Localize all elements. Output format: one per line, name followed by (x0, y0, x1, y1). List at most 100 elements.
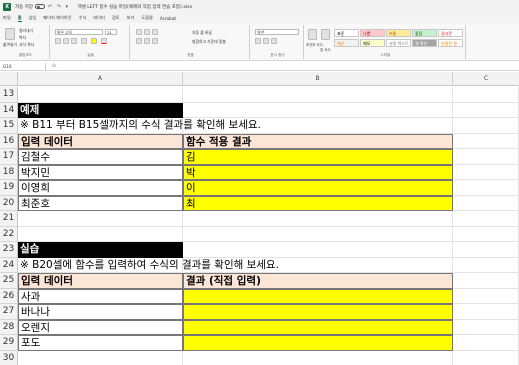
row-header[interactable]: 15 (0, 118, 18, 134)
cell-style-7[interactable]: 설명 텍스트 (386, 39, 411, 47)
conditional-format-icon[interactable] (308, 29, 317, 40)
cell-a26[interactable]: 사과 (18, 288, 183, 304)
row-header[interactable]: 13 (0, 87, 18, 103)
column-header-c[interactable]: C (453, 72, 519, 86)
cut-button[interactable]: 잘라내기 (19, 28, 33, 34)
cell-a27[interactable]: 바나나 (18, 304, 183, 320)
grid-cell[interactable] (453, 164, 519, 180)
row-header[interactable]: 18 (0, 164, 18, 180)
grid-cell[interactable] (183, 102, 453, 118)
tab-data[interactable]: 데이터 (93, 15, 105, 21)
number-format-dropdown[interactable]: 일반 (255, 29, 299, 35)
grid-cell[interactable] (453, 226, 519, 242)
cell-a19[interactable]: 이영희 (18, 180, 183, 196)
cell-a30[interactable] (18, 351, 20, 365)
cell-b28[interactable] (183, 319, 453, 335)
underline-icon[interactable] (71, 38, 77, 44)
percent-icon[interactable] (263, 38, 269, 44)
grid-cell[interactable] (453, 288, 519, 304)
format-painter-button[interactable]: 서식 복사 (19, 42, 34, 48)
grid-cell[interactable] (453, 149, 519, 165)
cell-a15[interactable]: ※ B11 부터 B15셀까지의 수식 결과를 확인해 보세요. (18, 118, 261, 134)
grid-cell[interactable] (183, 242, 453, 258)
cell-b17[interactable]: 김 (183, 149, 453, 165)
tab-formulas[interactable]: 수식 (79, 15, 87, 21)
tab-help[interactable]: 도움말 (141, 15, 153, 21)
align-center-icon[interactable] (144, 38, 150, 44)
row-header[interactable]: 29 (0, 335, 18, 351)
cell-a18[interactable]: 박지민 (18, 164, 183, 180)
row-header[interactable]: 22 (0, 226, 18, 242)
cell-style-1[interactable]: 나쁨 (360, 29, 385, 37)
cell-a13[interactable] (18, 87, 20, 103)
paste-button[interactable]: 붙여넣기 (3, 42, 17, 48)
tab-page-layout[interactable]: 페이지 레이아웃 (43, 15, 71, 21)
row-header[interactable]: 19 (0, 180, 18, 196)
grid-cell[interactable] (183, 87, 453, 103)
cell-b27[interactable] (183, 304, 453, 320)
fill-color-icon[interactable] (91, 38, 97, 44)
grid-cell[interactable] (453, 211, 519, 227)
grid-cell[interactable] (18, 211, 183, 227)
grid-cell[interactable] (453, 180, 519, 196)
row-header[interactable]: 27 (0, 304, 18, 320)
grid-cell[interactable] (453, 257, 519, 273)
cell-a21[interactable] (18, 211, 20, 227)
tab-view[interactable]: 보기 (127, 15, 135, 21)
tab-file[interactable]: 파일 (3, 15, 11, 21)
grid-cell[interactable] (453, 304, 519, 320)
wrap-text-button[interactable]: 자동 줄 바꿈 (192, 30, 212, 36)
cell-style-3[interactable]: 좋음 (412, 29, 437, 37)
row-header[interactable]: 28 (0, 319, 18, 335)
cell-b20[interactable]: 최 (183, 195, 453, 211)
grid-cell[interactable] (453, 242, 519, 258)
tab-insert[interactable]: 삽입 (29, 15, 37, 21)
align-middle-icon[interactable] (144, 29, 150, 35)
cell-style-5[interactable]: 계산 (334, 39, 359, 47)
row-header[interactable]: 24 (0, 257, 18, 273)
font-size-dropdown[interactable]: 11 (105, 29, 117, 35)
cell-a23[interactable]: 실습 (18, 242, 183, 258)
cell-b19[interactable]: 이 (183, 180, 453, 196)
row-header[interactable]: 14 (0, 102, 18, 118)
grid-cell[interactable] (453, 87, 519, 103)
row-header[interactable]: 23 (0, 242, 18, 258)
font-name-dropdown[interactable]: 맑은 고딕 (55, 29, 103, 35)
cell-a29[interactable]: 포도 (18, 335, 183, 351)
row-header[interactable]: 21 (0, 211, 18, 227)
grid-cell[interactable] (453, 133, 519, 149)
grid-cell[interactable] (183, 350, 453, 365)
grid-cell[interactable] (183, 226, 453, 242)
italic-icon[interactable] (63, 38, 69, 44)
grid-cell[interactable] (453, 273, 519, 289)
border-icon[interactable] (81, 38, 87, 44)
row-header[interactable]: 17 (0, 149, 18, 165)
cell-b25[interactable]: 결과 (직접 입력) (183, 273, 453, 289)
cell-a28[interactable]: 오렌지 (18, 319, 183, 335)
cell-a20[interactable]: 최준호 (18, 195, 183, 211)
merge-center-button[interactable]: 병합하고 가운데 맞춤 (192, 39, 226, 45)
tab-home[interactable]: 홈 (17, 15, 22, 22)
grid-cell[interactable] (453, 195, 519, 211)
font-color-icon[interactable] (101, 38, 107, 44)
tab-acrobat[interactable]: Acrobat (160, 16, 176, 21)
copy-button[interactable]: 복사 (19, 35, 26, 41)
cell-a25[interactable]: 입력 데이터 (18, 273, 183, 289)
cell-a22[interactable] (18, 227, 20, 243)
cell-a24[interactable]: ※ B20셀에 함수를 입력하여 수식의 결과를 확인해 보세요. (18, 258, 279, 274)
row-header[interactable]: 30 (0, 350, 18, 365)
cell-b16[interactable]: 함수 적용 결과 (183, 133, 453, 149)
currency-icon[interactable] (255, 38, 261, 44)
grid-cell[interactable] (18, 226, 183, 242)
cell-style-4[interactable]: 경고문 (438, 29, 463, 37)
cell-a17[interactable]: 김철수 (18, 149, 183, 165)
tab-review[interactable]: 검토 (112, 15, 120, 21)
table-format-button[interactable]: 표 서식 (320, 47, 330, 52)
name-box[interactable]: G10 (0, 62, 46, 70)
align-right-icon[interactable] (152, 38, 158, 44)
align-top-icon[interactable] (136, 29, 142, 35)
fx-icon[interactable]: fx (52, 64, 56, 69)
comma-icon[interactable] (271, 38, 277, 44)
row-header[interactable]: 16 (0, 133, 18, 149)
align-left-icon[interactable] (136, 38, 142, 44)
